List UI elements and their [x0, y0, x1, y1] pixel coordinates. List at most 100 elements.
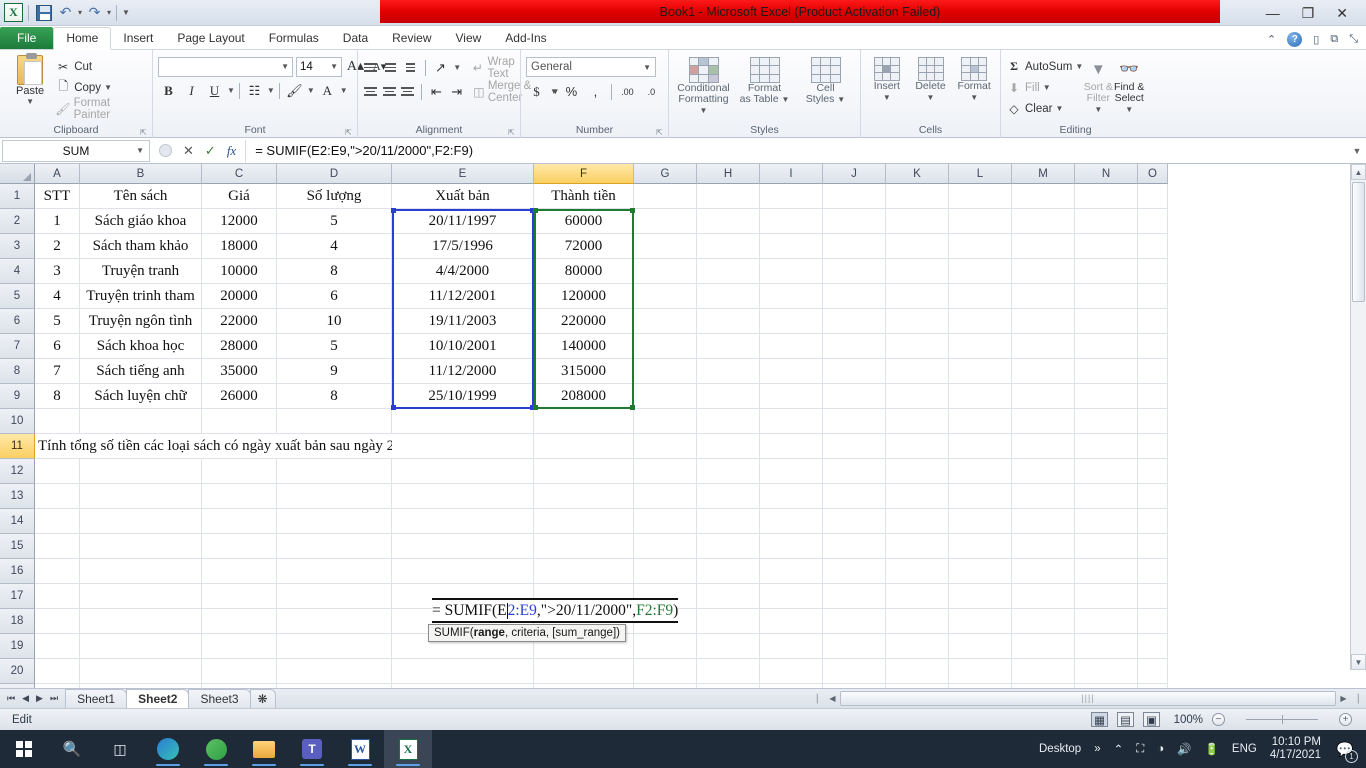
split-handle-left[interactable]: │: [810, 690, 825, 706]
cell-G12[interactable]: [634, 459, 697, 484]
cell-E11[interactable]: [392, 434, 534, 459]
insert-dropdown-icon[interactable]: ▼: [883, 92, 891, 103]
cell-C16[interactable]: [202, 559, 277, 584]
cell-N12[interactable]: [1075, 459, 1138, 484]
insert-function-circle-icon[interactable]: [159, 144, 172, 157]
cell-O11[interactable]: [1138, 434, 1168, 459]
minimize-ribbon-icon[interactable]: ⌃: [1267, 33, 1276, 46]
cell-A19[interactable]: [35, 634, 80, 659]
cell-B19[interactable]: [80, 634, 202, 659]
cell-B4[interactable]: Truyện tranh: [80, 259, 202, 284]
clear-button[interactable]: ◇ Clear ▼: [1006, 98, 1083, 119]
prev-sheet-icon[interactable]: ◀: [22, 693, 29, 704]
split-handle-right[interactable]: │: [1351, 690, 1366, 706]
cell-B8[interactable]: Sách tiếng anh: [80, 359, 202, 384]
cancel-icon[interactable]: ✕: [183, 143, 194, 159]
cell-J7[interactable]: [823, 334, 886, 359]
cell-C3[interactable]: 18000: [202, 234, 277, 259]
cell-A3[interactable]: 2: [35, 234, 80, 259]
zoom-slider[interactable]: [1234, 713, 1330, 727]
cell-O19[interactable]: [1138, 634, 1168, 659]
cell-E4[interactable]: 4/4/2000: [392, 259, 534, 284]
cell-G11[interactable]: [634, 434, 697, 459]
row-header-1[interactable]: 1: [0, 184, 35, 209]
font-color-icon[interactable]: A: [317, 80, 338, 101]
cell-B16[interactable]: [80, 559, 202, 584]
alignment-dialog-launcher[interactable]: ⇱: [508, 128, 517, 137]
cell-L19[interactable]: [949, 634, 1012, 659]
cell-M14[interactable]: [1012, 509, 1075, 534]
sheet-tab-sheet2[interactable]: Sheet2: [126, 689, 190, 708]
row-header-2[interactable]: 2: [0, 209, 35, 234]
cell-F16[interactable]: [534, 559, 634, 584]
cell-D1[interactable]: Số lượng: [277, 184, 392, 209]
cell-E9[interactable]: 25/10/1999: [392, 384, 534, 409]
cell-O8[interactable]: [1138, 359, 1168, 384]
cell-A13[interactable]: [35, 484, 80, 509]
cell-L3[interactable]: [949, 234, 1012, 259]
row-header-10[interactable]: 10: [0, 409, 35, 434]
cell-A8[interactable]: 7: [35, 359, 80, 384]
sort-filter-button[interactable]: ▼ Sort & Filter ▼: [1083, 56, 1113, 115]
redo-icon[interactable]: ↷: [85, 3, 104, 22]
cell-B17[interactable]: [80, 584, 202, 609]
cell-F14[interactable]: [534, 509, 634, 534]
cell-A18[interactable]: [35, 609, 80, 634]
cell-K2[interactable]: [886, 209, 949, 234]
cell-N8[interactable]: [1075, 359, 1138, 384]
row-header-18[interactable]: 18: [0, 609, 35, 634]
cell-L18[interactable]: [949, 609, 1012, 634]
cell-E13[interactable]: [392, 484, 534, 509]
cell-I2[interactable]: [760, 209, 823, 234]
tab-data[interactable]: Data: [331, 28, 380, 49]
cell-K8[interactable]: [886, 359, 949, 384]
function-icon[interactable]: fx: [227, 143, 236, 159]
format-dropdown-icon[interactable]: ▼: [970, 92, 978, 103]
cell-G4[interactable]: [634, 259, 697, 284]
tray-overflow-icon[interactable]: »: [1094, 743, 1100, 755]
cell-N18[interactable]: [1075, 609, 1138, 634]
cell-M10[interactable]: [1012, 409, 1075, 434]
cell-A6[interactable]: 5: [35, 309, 80, 334]
fill-dropdown-icon[interactable]: ▼: [1043, 83, 1051, 92]
cell-H3[interactable]: [697, 234, 760, 259]
cell-A1[interactable]: STT: [35, 184, 80, 209]
cell-O10[interactable]: [1138, 409, 1168, 434]
cell-K20[interactable]: [886, 659, 949, 684]
format-as-table-button[interactable]: Format as Table ▼: [735, 57, 794, 105]
volume-icon[interactable]: 🔊: [1177, 742, 1191, 756]
column-header-G[interactable]: G: [634, 164, 697, 184]
cell-B7[interactable]: Sách khoa học: [80, 334, 202, 359]
cell-D10[interactable]: [277, 409, 392, 434]
cell-O16[interactable]: [1138, 559, 1168, 584]
fill-button[interactable]: ⬇ Fill ▼: [1006, 77, 1083, 98]
cell-K17[interactable]: [886, 584, 949, 609]
conditional-formatting-button[interactable]: Conditional Formatting ▼: [674, 57, 733, 116]
name-box[interactable]: SUM ▼: [2, 139, 150, 162]
align-top-icon[interactable]: [363, 58, 379, 77]
cell-N14[interactable]: [1075, 509, 1138, 534]
cell-L2[interactable]: [949, 209, 1012, 234]
cell-N15[interactable]: [1075, 534, 1138, 559]
cell-G8[interactable]: [634, 359, 697, 384]
cell-C10[interactable]: [202, 409, 277, 434]
cell-G19[interactable]: [634, 634, 697, 659]
cell-M17[interactable]: [1012, 584, 1075, 609]
row-header-15[interactable]: 15: [0, 534, 35, 559]
cell-E10[interactable]: [392, 409, 534, 434]
cell-K3[interactable]: [886, 234, 949, 259]
cell-E2[interactable]: 20/11/1997: [392, 209, 534, 234]
zoom-out-button[interactable]: −: [1212, 713, 1225, 726]
cell-M15[interactable]: [1012, 534, 1075, 559]
tab-home[interactable]: Home: [53, 27, 112, 50]
cell-H15[interactable]: [697, 534, 760, 559]
cell-K18[interactable]: [886, 609, 949, 634]
cell-J15[interactable]: [823, 534, 886, 559]
cell-O2[interactable]: [1138, 209, 1168, 234]
tray-chevron-icon[interactable]: ⌃: [1114, 742, 1124, 756]
cell-A15[interactable]: [35, 534, 80, 559]
cell-I5[interactable]: [760, 284, 823, 309]
cell-O3[interactable]: [1138, 234, 1168, 259]
format-cells-button[interactable]: Format ▼: [953, 57, 995, 103]
first-sheet-icon[interactable]: ⏮: [7, 693, 15, 704]
